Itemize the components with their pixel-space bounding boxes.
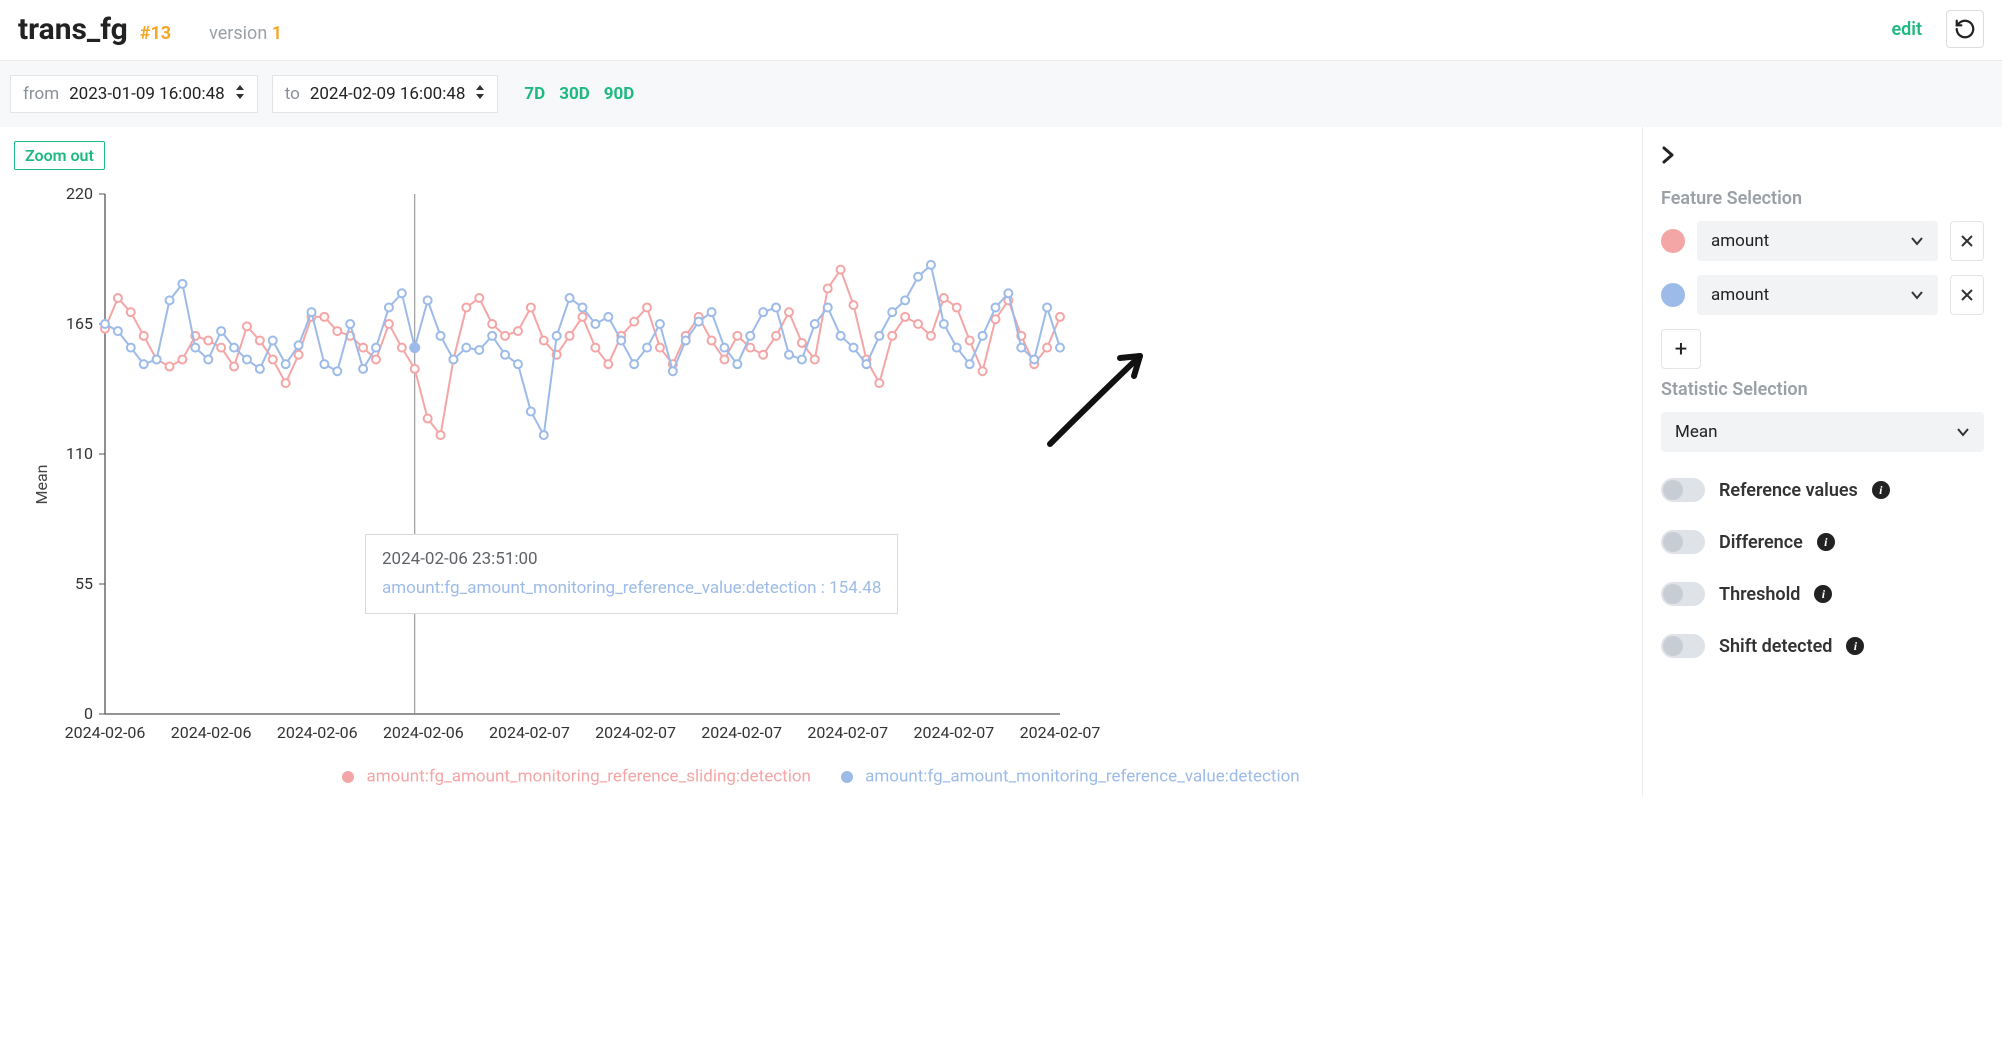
- y-axis-title: Mean: [32, 465, 51, 505]
- body: Zoom out Mean 0 55 110 165 220 2024-02-06 2024…: [0, 127, 2002, 797]
- version-label: version 1: [209, 23, 282, 44]
- refresh-icon: [1954, 18, 1976, 40]
- remove-feature-button[interactable]: [1950, 221, 1984, 261]
- svg-text:2024-02-07: 2024-02-07: [489, 723, 570, 742]
- svg-text:2024-02-06: 2024-02-06: [383, 723, 464, 742]
- statistic-section-title: Statistic Selection: [1661, 379, 1984, 400]
- info-icon[interactable]: i: [1814, 585, 1832, 603]
- to-value: 2024-02-09 16:00:48: [310, 84, 466, 104]
- svg-text:2024-02-06: 2024-02-06: [171, 723, 252, 742]
- chart-wrap: Mean 0 55 110 165 220 2024-02-06 2024-02-06 202…: [10, 174, 1632, 754]
- svg-text:2024-02-06: 2024-02-06: [65, 723, 146, 742]
- toggle-row: Threshold i: [1661, 582, 1984, 606]
- svg-text:2024-02-07: 2024-02-07: [1020, 723, 1101, 742]
- date-range-bar: from 2023-01-09 16:00:48 to 2024-02-09 1…: [0, 61, 2002, 127]
- info-icon[interactable]: i: [1846, 637, 1864, 655]
- version-label-text: version: [209, 23, 267, 44]
- svg-text:110: 110: [66, 444, 93, 463]
- legend-item[interactable]: amount:fg_amount_monitoring_reference_sl…: [342, 766, 811, 787]
- toggle-difference[interactable]: [1661, 530, 1705, 554]
- feature-section-title: Feature Selection: [1661, 188, 1984, 209]
- toggle-shift-detected[interactable]: [1661, 634, 1705, 658]
- from-value: 2023-01-09 16:00:48: [69, 84, 225, 104]
- close-icon: [1960, 234, 1974, 248]
- chevron-down-icon: [1956, 427, 1970, 437]
- chart-panel: Zoom out Mean 0 55 110 165 220 2024-02-06 2024…: [0, 127, 1642, 797]
- feature-select[interactable]: amount: [1697, 275, 1938, 315]
- statistic-select-value: Mean: [1675, 422, 1718, 442]
- plus-icon: +: [1675, 337, 1687, 362]
- version-value: 1: [272, 23, 282, 44]
- toggle-label: Shift detected: [1719, 636, 1832, 657]
- toggle-label: Reference values: [1719, 480, 1858, 501]
- svg-text:0: 0: [84, 704, 93, 723]
- edit-button[interactable]: edit: [1891, 19, 1922, 40]
- svg-text:55: 55: [75, 574, 93, 593]
- zoom-out-button[interactable]: Zoom out: [14, 141, 105, 170]
- info-icon[interactable]: i: [1817, 533, 1835, 551]
- legend-swatch-icon: [342, 771, 354, 783]
- toggle-row: Difference i: [1661, 530, 1984, 554]
- sort-icon: [235, 85, 245, 103]
- legend-label: amount:fg_amount_monitoring_reference_va…: [865, 767, 1300, 787]
- toggle-label: Difference: [1719, 532, 1803, 553]
- page-title: trans_fg: [18, 12, 128, 47]
- page-header: trans_fg #13 version 1 edit: [0, 0, 2002, 61]
- quick-range-90d[interactable]: 90D: [604, 84, 635, 104]
- close-icon: [1960, 288, 1974, 302]
- header-left: trans_fg #13 version 1: [18, 12, 282, 47]
- to-date-picker[interactable]: to 2024-02-09 16:00:48: [272, 75, 499, 113]
- feature-color-dot-icon: [1661, 229, 1685, 253]
- collapse-panel-button[interactable]: [1661, 145, 1675, 170]
- from-label: from: [23, 84, 59, 104]
- svg-text:165: 165: [66, 314, 93, 333]
- legend-swatch-icon: [841, 771, 853, 783]
- toggle-row: Shift detected i: [1661, 634, 1984, 658]
- feature-row: amount: [1661, 221, 1984, 261]
- add-feature-button[interactable]: +: [1661, 329, 1701, 369]
- feature-select-value: amount: [1711, 231, 1769, 251]
- remove-feature-button[interactable]: [1950, 275, 1984, 315]
- svg-text:2024-02-07: 2024-02-07: [807, 723, 888, 742]
- chevron-down-icon: [1910, 290, 1924, 300]
- statistic-select[interactable]: Mean: [1661, 412, 1984, 452]
- info-icon[interactable]: i: [1872, 481, 1890, 499]
- toggle-row: Reference values i: [1661, 478, 1984, 502]
- svg-text:2024-02-07: 2024-02-07: [701, 723, 782, 742]
- svg-text:220: 220: [66, 184, 93, 203]
- chart-legend: amount:fg_amount_monitoring_reference_sl…: [10, 766, 1632, 787]
- feature-select-value: amount: [1711, 285, 1769, 305]
- toggle-threshold[interactable]: [1661, 582, 1705, 606]
- toggle-label: Threshold: [1719, 584, 1800, 605]
- feature-row: amount: [1661, 275, 1984, 315]
- chart-area[interactable]: 0 55 110 165 220 2024-02-06 2024-02-06 2024-02-…: [10, 174, 1120, 754]
- feature-select[interactable]: amount: [1697, 221, 1938, 261]
- svg-text:2024-02-06: 2024-02-06: [277, 723, 358, 742]
- from-date-picker[interactable]: from 2023-01-09 16:00:48: [10, 75, 258, 113]
- chevron-down-icon: [1910, 236, 1924, 246]
- quick-range-7d[interactable]: 7D: [524, 84, 545, 104]
- quick-range: 7D 30D 90D: [524, 84, 634, 104]
- quick-range-30d[interactable]: 30D: [559, 84, 590, 104]
- legend-item[interactable]: amount:fg_amount_monitoring_reference_va…: [841, 766, 1300, 787]
- side-panel: Feature Selection amount amount +: [1642, 127, 2002, 797]
- to-label: to: [285, 84, 300, 104]
- sort-icon: [475, 85, 485, 103]
- svg-text:2024-02-07: 2024-02-07: [913, 723, 994, 742]
- legend-label: amount:fg_amount_monitoring_reference_sl…: [367, 767, 811, 787]
- toggle-reference-values[interactable]: [1661, 478, 1705, 502]
- header-right: edit: [1891, 10, 1984, 48]
- refresh-button[interactable]: [1946, 10, 1984, 48]
- feature-color-dot-icon: [1661, 283, 1685, 307]
- chevron-right-icon: [1661, 146, 1675, 164]
- svg-text:2024-02-07: 2024-02-07: [595, 723, 676, 742]
- page-id: #13: [140, 23, 171, 44]
